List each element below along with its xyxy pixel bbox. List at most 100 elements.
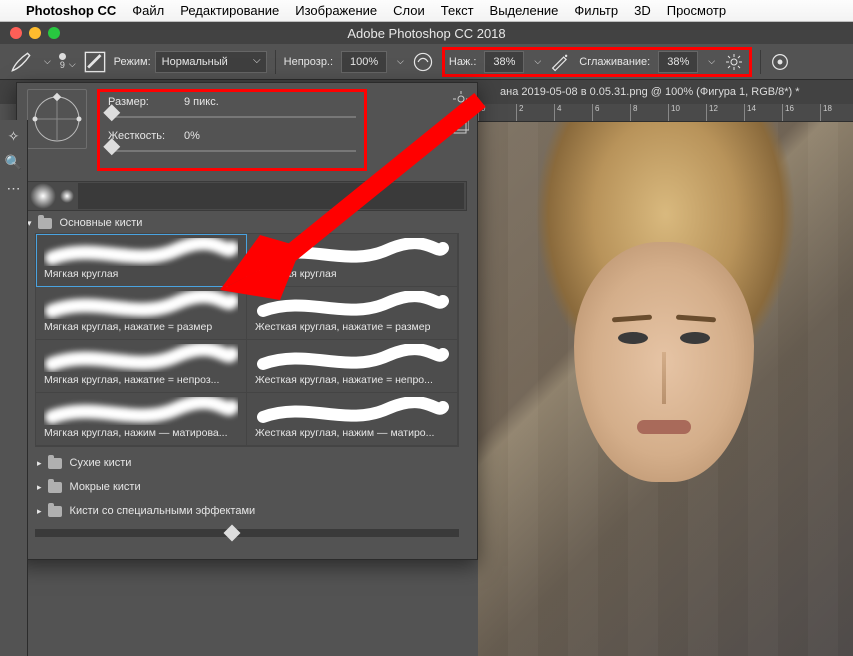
brush-preset-item[interactable]: Мягкая круглая, нажатие = размер (36, 287, 247, 340)
smoothing-field[interactable]: 38% (658, 51, 698, 73)
brush-preset-item[interactable]: Мягкая круглая (36, 234, 247, 287)
menu-filter[interactable]: Фильтр (574, 3, 618, 18)
brush-stroke-preview (44, 291, 238, 319)
pressure-size-icon[interactable] (769, 51, 791, 73)
ruler-tick: 14 (744, 104, 756, 122)
brush-preset-item[interactable]: Мягкая круглая, нажатие = непроз... (36, 340, 247, 393)
pressure-opacity-icon[interactable] (412, 51, 434, 73)
brush-tool-icon[interactable] (8, 49, 34, 75)
size-label: Размер: (108, 96, 176, 108)
window-zoom-button[interactable] (48, 27, 60, 39)
brush-tip-angle-preview[interactable] (27, 89, 87, 149)
brush-preset-grid: Мягкая круглая Жесткая круглая Мягкая круг… (35, 233, 459, 447)
canvas-area[interactable] (478, 122, 853, 656)
new-preset-icon[interactable] (453, 119, 469, 135)
brush-picker-chevron-icon[interactable]: ⌵ (69, 59, 76, 70)
brush-preset-name: Мягкая круглая, нажатие = размер (44, 321, 238, 333)
brush-stroke-preview (255, 238, 449, 266)
brush-preset-name: Мягкая круглая (44, 268, 238, 280)
opacity-chevron-icon[interactable]: ⌵ (397, 56, 404, 67)
brush-folder[interactable]: ▸Кисти со специальными эффектами (35, 499, 459, 523)
brush-preset-item[interactable]: Жесткая круглая, нажим — матиро... (247, 393, 458, 446)
brush-preset-picker[interactable]: 9 ⌵ (59, 53, 76, 70)
flow-label: Наж.: (449, 56, 477, 68)
mac-menu-bar: Photoshop CC Файл Редактирование Изображ… (0, 0, 853, 22)
canvas-image (478, 122, 853, 656)
flow-field[interactable]: 38% (484, 51, 524, 73)
brush-group-main[interactable]: ▾ Основные кисти (27, 217, 467, 229)
size-slider[interactable] (108, 110, 356, 124)
menu-edit[interactable]: Редактирование (180, 3, 279, 18)
ruler-tick: 2 (516, 104, 523, 122)
brush-preset-name: Жесткая круглая (255, 268, 449, 280)
brush-preset-name: Жесткая круглая, нажатие = непро... (255, 374, 449, 386)
blend-mode-select[interactable]: Нормальный (155, 51, 267, 73)
menu-select[interactable]: Выделение (490, 3, 559, 18)
brush-stroke-preview (44, 238, 238, 266)
brush-size-number: 9 (60, 60, 65, 70)
menu-text[interactable]: Текст (441, 3, 474, 18)
smoothing-chevron-icon[interactable]: ⌵ (708, 56, 715, 67)
brush-folder-label: Мокрые кисти (70, 481, 141, 493)
divider (760, 50, 761, 74)
brush-panel-toggle-icon[interactable] (84, 51, 106, 73)
folder-icon (38, 218, 52, 229)
window-minimize-button[interactable] (29, 27, 41, 39)
window-close-button[interactable] (10, 27, 22, 39)
opacity-field[interactable]: 100% (341, 51, 387, 73)
app-menu[interactable]: Photoshop CC (26, 3, 116, 18)
divider (275, 50, 276, 74)
folder-icon (48, 482, 62, 493)
brush-preset-name: Жесткая круглая, нажим — матиро... (255, 427, 449, 439)
brush-folder-label: Сухие кисти (70, 457, 132, 469)
disclosure-right-icon: ▸ (37, 482, 42, 493)
brush-preset-panel: Размер: 9 пикс. Жесткость: 0% ▾ Основн (16, 82, 478, 560)
ruler-tick: 12 (706, 104, 718, 122)
brush-preset-item[interactable]: Жесткая круглая, нажатие = размер (247, 287, 458, 340)
folder-icon (48, 506, 62, 517)
hardness-value[interactable]: 0% (184, 130, 244, 142)
brush-folder[interactable]: ▸Сухие кисти (35, 451, 459, 475)
size-value[interactable]: 9 пикс. (184, 96, 244, 108)
smoothing-value: 38% (667, 56, 689, 68)
brush-preset-name: Мягкая круглая, нажим — матирова... (44, 427, 238, 439)
folder-icon (48, 458, 62, 469)
horizontal-ruler: 024681012141618 (478, 104, 853, 122)
window-titlebar: Adobe Photoshop CC 2018 (0, 22, 853, 44)
smoothing-options-gear-icon[interactable] (723, 51, 745, 73)
annotation-red-box-sliders: Размер: 9 пикс. Жесткость: 0% (97, 89, 367, 171)
panel-settings-gear-icon[interactable] (453, 91, 469, 107)
recent-brush-1[interactable] (30, 183, 56, 209)
recent-brushes-empty (78, 183, 464, 209)
brush-preset-item[interactable]: Жесткая круглая, нажатие = непро... (247, 340, 458, 393)
smoothing-label: Сглаживание: (579, 56, 650, 68)
zoom-tool-icon[interactable]: 🔍 (2, 150, 26, 174)
menu-3d[interactable]: 3D (634, 3, 651, 18)
options-bar: ⌵ 9 ⌵ Режим: Нормальный Непрозр.: 100% ⌵… (0, 44, 853, 80)
brush-preset-name: Мягкая круглая, нажатие = непроз... (44, 374, 238, 386)
brush-folder-label: Кисти со специальными эффектами (70, 505, 256, 517)
recent-brush-2[interactable] (60, 189, 74, 203)
panel-slider[interactable] (35, 529, 459, 537)
brush-stroke-preview (255, 291, 449, 319)
hardness-slider[interactable] (108, 144, 356, 158)
menu-image[interactable]: Изображение (295, 3, 377, 18)
brush-stroke-preview (255, 397, 449, 425)
opacity-value: 100% (350, 56, 378, 68)
menu-layer[interactable]: Слои (393, 3, 425, 18)
menu-file[interactable]: Файл (132, 3, 164, 18)
blend-mode-value: Нормальный (162, 56, 228, 68)
more-tools-icon[interactable]: ⋯ (2, 176, 26, 200)
airbrush-icon[interactable] (549, 51, 571, 73)
recent-brushes-row (27, 181, 467, 211)
ruler-tick: 8 (630, 104, 637, 122)
opacity-label: Непрозр.: (284, 56, 333, 68)
brush-folder[interactable]: ▸ Мокрые кисти (35, 475, 459, 499)
flow-chevron-icon[interactable]: ⌵ (534, 56, 541, 67)
brush-preset-item[interactable]: Жесткая круглая (247, 234, 458, 287)
menu-view[interactable]: Просмотр (667, 3, 726, 18)
eyedropper-tool-icon[interactable]: ✧ (2, 124, 26, 148)
brush-preview-dot-icon (59, 53, 66, 60)
tool-preset-chevron-icon[interactable]: ⌵ (44, 56, 51, 67)
brush-preset-item[interactable]: Мягкая круглая, нажим — матирова... (36, 393, 247, 446)
